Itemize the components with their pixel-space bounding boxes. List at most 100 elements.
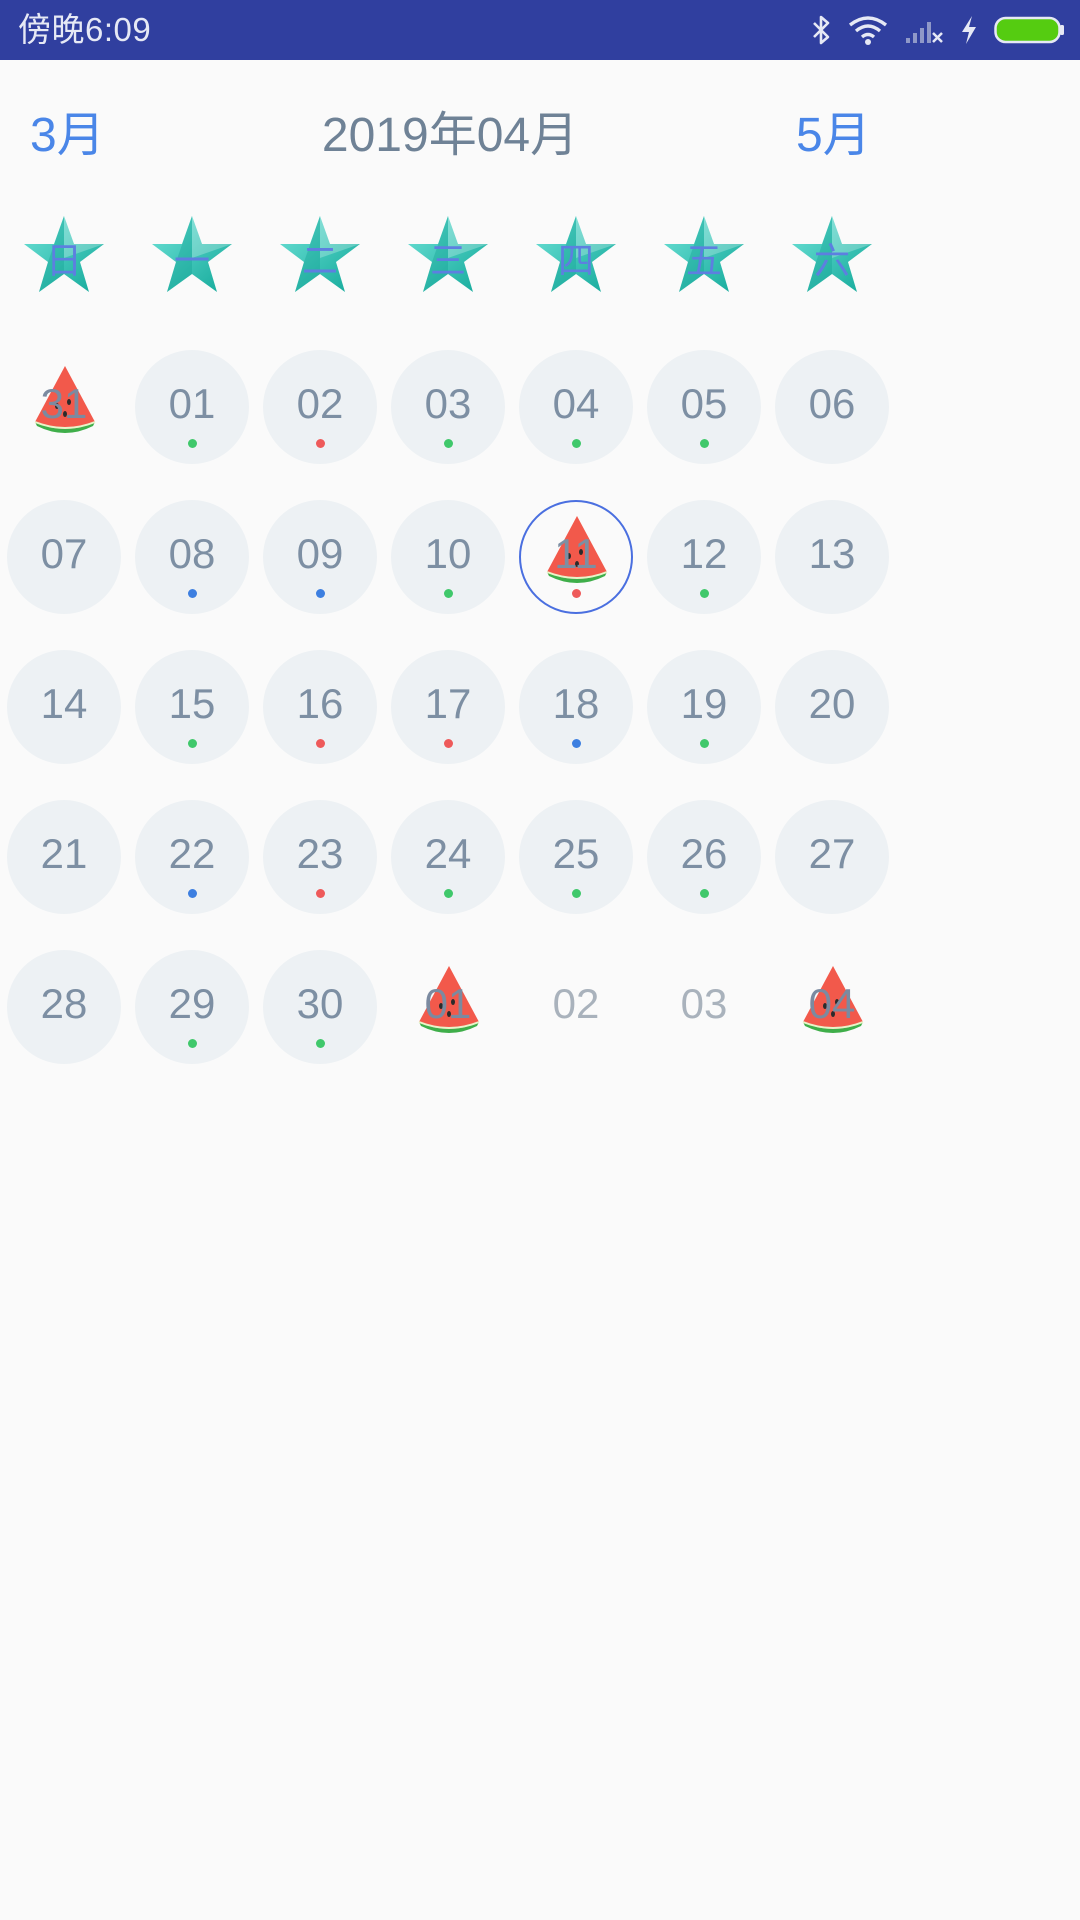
day-cell[interactable]: 06 xyxy=(775,350,889,464)
event-dot-green xyxy=(188,1039,197,1048)
day-number: 04 xyxy=(552,380,600,427)
day-number: 22 xyxy=(168,830,216,877)
day-number: 03 xyxy=(680,980,728,1027)
event-dot-green xyxy=(572,889,581,898)
day-cell[interactable]: 27 xyxy=(775,800,889,914)
weekday-header: 五 xyxy=(659,210,749,300)
day-number: 05 xyxy=(680,380,728,427)
weekday-row: 日一二三四五六 xyxy=(0,210,1080,300)
weekday-label: 四 xyxy=(557,240,594,281)
day-cell[interactable]: 09 xyxy=(263,500,377,614)
day-cell[interactable]: 26 xyxy=(647,800,761,914)
event-dot-green xyxy=(700,439,709,448)
day-cell[interactable]: 15 xyxy=(135,650,249,764)
event-dot-green xyxy=(316,1039,325,1048)
day-cell[interactable]: 24 xyxy=(391,800,505,914)
day-number: 20 xyxy=(808,680,856,727)
day-number: 27 xyxy=(808,830,856,877)
battery-icon xyxy=(994,15,1066,45)
day-cell[interactable]: 25 xyxy=(519,800,633,914)
event-dot-red xyxy=(444,739,453,748)
day-cell[interactable]: 02 xyxy=(263,350,377,464)
event-dot-blue xyxy=(572,739,581,748)
day-number: 01 xyxy=(424,980,472,1027)
day-cell[interactable]: 23 xyxy=(263,800,377,914)
day-number: 15 xyxy=(168,680,216,727)
weekday-header: 一 xyxy=(147,210,237,300)
calendar-grid: 31 01 02 03 04 05 06 07 08 09 10 11 12 13 14 15 16 17 18 19… xyxy=(0,350,1080,1070)
day-cell[interactable]: 13 xyxy=(775,500,889,614)
weekday-label: 六 xyxy=(813,240,850,281)
status-icons xyxy=(794,10,1066,50)
event-dot-green xyxy=(700,739,709,748)
weekday-label: 日 xyxy=(45,240,82,281)
next-month-button[interactable]: 5月 xyxy=(796,95,871,165)
day-number: 02 xyxy=(296,380,344,427)
event-dot-green xyxy=(700,589,709,598)
day-number: 03 xyxy=(424,380,472,427)
day-number: 16 xyxy=(296,680,344,727)
day-cell-selected[interactable]: 11 xyxy=(519,500,633,614)
day-number: 30 xyxy=(296,980,344,1027)
weekday-label: 五 xyxy=(685,240,722,281)
current-month-title: 2019年04月 xyxy=(321,109,579,162)
day-cell[interactable]: 01 xyxy=(135,350,249,464)
day-cell[interactable]: 16 xyxy=(263,650,377,764)
day-number: 11 xyxy=(554,530,598,577)
day-cell[interactable]: 03 xyxy=(391,350,505,464)
event-dot-green xyxy=(572,439,581,448)
weekday-header: 二 xyxy=(275,210,365,300)
event-dot-red xyxy=(316,889,325,898)
day-cell[interactable]: 05 xyxy=(647,350,761,464)
day-number: 09 xyxy=(296,530,344,577)
day-number: 04 xyxy=(808,980,856,1027)
weekday-header: 日 xyxy=(19,210,109,300)
day-number: 12 xyxy=(680,530,728,577)
day-number: 07 xyxy=(40,530,88,577)
day-number: 28 xyxy=(40,980,88,1027)
day-number: 13 xyxy=(808,530,856,577)
event-dot-red xyxy=(316,739,325,748)
day-cell[interactable]: 02 xyxy=(519,950,633,1064)
day-cell[interactable]: 10 xyxy=(391,500,505,614)
event-dot-green xyxy=(444,439,453,448)
day-number: 21 xyxy=(40,830,88,877)
day-cell[interactable]: 07 xyxy=(7,500,121,614)
day-number: 24 xyxy=(424,830,472,877)
event-dot-blue xyxy=(188,889,197,898)
event-dot-green xyxy=(700,889,709,898)
weekday-label: 二 xyxy=(301,240,338,281)
event-dot-red xyxy=(572,589,581,598)
day-cell[interactable]: 17 xyxy=(391,650,505,764)
day-cell[interactable]: 22 xyxy=(135,800,249,914)
day-cell[interactable]: 28 xyxy=(7,950,121,1064)
weekday-header: 四 xyxy=(531,210,621,300)
day-cell[interactable]: 03 xyxy=(647,950,761,1064)
day-cell[interactable]: 30 xyxy=(263,950,377,1064)
status-bar: 傍晚6:09 xyxy=(0,0,1080,60)
weekday-header: 三 xyxy=(403,210,493,300)
day-cell[interactable]: 01 xyxy=(391,950,505,1064)
prev-month-button[interactable]: 3月 xyxy=(30,95,105,165)
event-dot-green xyxy=(444,589,453,598)
day-cell[interactable]: 14 xyxy=(7,650,121,764)
day-cell[interactable]: 29 xyxy=(135,950,249,1064)
charging-icon xyxy=(960,15,978,45)
day-cell[interactable]: 31 xyxy=(7,350,121,464)
day-cell[interactable]: 04 xyxy=(519,350,633,464)
day-number: 02 xyxy=(552,980,600,1027)
day-number: 31 xyxy=(40,380,88,427)
day-cell[interactable]: 04 xyxy=(775,950,889,1064)
day-cell[interactable]: 21 xyxy=(7,800,121,914)
event-dot-green xyxy=(188,439,197,448)
day-number: 25 xyxy=(552,830,600,877)
day-number: 18 xyxy=(552,680,600,727)
day-cell[interactable]: 08 xyxy=(135,500,249,614)
day-cell[interactable]: 20 xyxy=(775,650,889,764)
weekday-label: 三 xyxy=(429,240,466,281)
weekday-label: 一 xyxy=(173,240,210,281)
weekday-header: 六 xyxy=(787,210,877,300)
day-cell[interactable]: 19 xyxy=(647,650,761,764)
day-cell[interactable]: 12 xyxy=(647,500,761,614)
day-cell[interactable]: 18 xyxy=(519,650,633,764)
